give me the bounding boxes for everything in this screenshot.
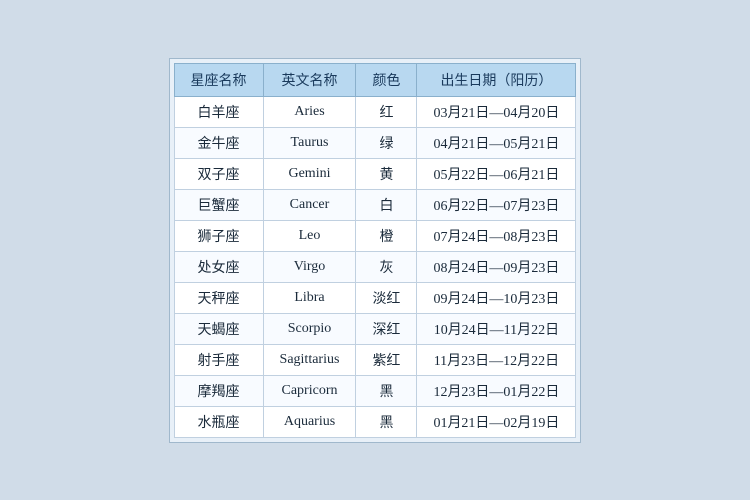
cell-color: 白 [356, 189, 417, 220]
cell-english: Sagittarius [263, 344, 356, 375]
col-header-color: 颜色 [356, 63, 417, 96]
table-row: 处女座Virgo灰08月24日—09月23日 [174, 251, 576, 282]
cell-dates: 01月21日—02月19日 [417, 406, 576, 437]
cell-english: Aquarius [263, 406, 356, 437]
cell-chinese: 摩羯座 [174, 375, 263, 406]
col-header-dates: 出生日期（阳历） [417, 63, 576, 96]
cell-color: 黑 [356, 375, 417, 406]
cell-english: Cancer [263, 189, 356, 220]
cell-chinese: 金牛座 [174, 127, 263, 158]
cell-dates: 03月21日—04月20日 [417, 96, 576, 127]
cell-chinese: 天蝎座 [174, 313, 263, 344]
cell-color: 黑 [356, 406, 417, 437]
zodiac-table-container: 星座名称 英文名称 颜色 出生日期（阳历） 白羊座Aries红03月21日—04… [169, 58, 582, 443]
cell-dates: 04月21日—05月21日 [417, 127, 576, 158]
cell-color: 橙 [356, 220, 417, 251]
table-row: 金牛座Taurus绿04月21日—05月21日 [174, 127, 576, 158]
cell-english: Scorpio [263, 313, 356, 344]
cell-english: Gemini [263, 158, 356, 189]
cell-dates: 08月24日—09月23日 [417, 251, 576, 282]
cell-dates: 06月22日—07月23日 [417, 189, 576, 220]
table-row: 天蝎座Scorpio深红10月24日—11月22日 [174, 313, 576, 344]
cell-chinese: 双子座 [174, 158, 263, 189]
col-header-chinese: 星座名称 [174, 63, 263, 96]
cell-chinese: 水瓶座 [174, 406, 263, 437]
cell-chinese: 射手座 [174, 344, 263, 375]
zodiac-table: 星座名称 英文名称 颜色 出生日期（阳历） 白羊座Aries红03月21日—04… [174, 63, 577, 438]
cell-dates: 11月23日—12月22日 [417, 344, 576, 375]
cell-english: Aries [263, 96, 356, 127]
cell-english: Capricorn [263, 375, 356, 406]
cell-dates: 05月22日—06月21日 [417, 158, 576, 189]
table-row: 狮子座Leo橙07月24日—08月23日 [174, 220, 576, 251]
cell-dates: 09月24日—10月23日 [417, 282, 576, 313]
cell-chinese: 巨蟹座 [174, 189, 263, 220]
col-header-english: 英文名称 [263, 63, 356, 96]
table-row: 射手座Sagittarius紫红11月23日—12月22日 [174, 344, 576, 375]
cell-color: 黄 [356, 158, 417, 189]
cell-chinese: 白羊座 [174, 96, 263, 127]
cell-color: 淡红 [356, 282, 417, 313]
cell-dates: 12月23日—01月22日 [417, 375, 576, 406]
table-row: 水瓶座Aquarius黑01月21日—02月19日 [174, 406, 576, 437]
cell-dates: 07月24日—08月23日 [417, 220, 576, 251]
cell-color: 红 [356, 96, 417, 127]
cell-english: Libra [263, 282, 356, 313]
cell-chinese: 处女座 [174, 251, 263, 282]
table-row: 摩羯座Capricorn黑12月23日—01月22日 [174, 375, 576, 406]
cell-english: Virgo [263, 251, 356, 282]
cell-color: 紫红 [356, 344, 417, 375]
table-header-row: 星座名称 英文名称 颜色 出生日期（阳历） [174, 63, 576, 96]
cell-color: 绿 [356, 127, 417, 158]
table-row: 巨蟹座Cancer白06月22日—07月23日 [174, 189, 576, 220]
table-row: 白羊座Aries红03月21日—04月20日 [174, 96, 576, 127]
table-row: 天秤座Libra淡红09月24日—10月23日 [174, 282, 576, 313]
cell-chinese: 狮子座 [174, 220, 263, 251]
cell-color: 深红 [356, 313, 417, 344]
cell-chinese: 天秤座 [174, 282, 263, 313]
cell-english: Leo [263, 220, 356, 251]
cell-color: 灰 [356, 251, 417, 282]
cell-dates: 10月24日—11月22日 [417, 313, 576, 344]
cell-english: Taurus [263, 127, 356, 158]
table-row: 双子座Gemini黄05月22日—06月21日 [174, 158, 576, 189]
